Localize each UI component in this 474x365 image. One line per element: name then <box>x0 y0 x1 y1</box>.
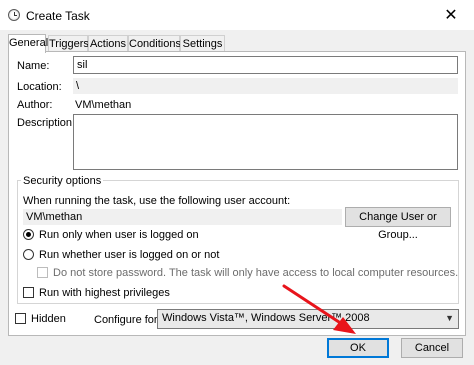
tab-conditions[interactable]: Conditions <box>128 35 181 52</box>
location-label: Location: <box>17 81 62 93</box>
task-scheduler-clock-icon <box>8 9 20 21</box>
chevron-down-icon: ▼ <box>445 313 454 323</box>
tab-triggers[interactable]: Triggers <box>48 35 89 52</box>
cancel-button[interactable]: Cancel <box>401 338 463 358</box>
hidden-label[interactable]: Hidden <box>31 313 66 325</box>
hidden-checkbox[interactable] <box>15 313 26 324</box>
user-account-value: VM\methan <box>23 209 342 225</box>
description-label: Description: <box>17 117 76 129</box>
tab-general[interactable]: General <box>8 34 48 53</box>
run-only-logged-on-radio[interactable] <box>23 229 34 240</box>
name-input[interactable]: sil <box>73 56 458 74</box>
account-prompt: When running the task, use the following… <box>23 195 291 207</box>
run-only-logged-on-label[interactable]: Run only when user is logged on <box>39 229 199 241</box>
configure-for-select[interactable]: Windows Vista™, Windows Server™ 2008 ▼ <box>157 309 459 329</box>
name-label: Name: <box>17 60 50 72</box>
do-not-store-password-checkbox[interactable] <box>37 267 48 278</box>
description-textarea[interactable] <box>73 114 458 170</box>
tab-settings[interactable]: Settings <box>180 35 225 52</box>
tab-actions[interactable]: Actions <box>88 35 128 52</box>
general-tab-panel: Name: sil Location: \ Author: VM\methan … <box>8 51 466 336</box>
title-bar: Create Task ✕ <box>0 0 474 30</box>
author-value: VM\methan <box>75 99 132 111</box>
create-task-dialog: Create Task ✕ General Triggers Actions C… <box>0 0 474 365</box>
do-not-store-password-label: Do not store password. The task will onl… <box>53 267 459 279</box>
change-user-or-group-button[interactable]: Change User or Group... <box>345 207 451 241</box>
configure-for-label: Configure for: <box>94 314 161 326</box>
configure-for-selected-value: Windows Vista™, Windows Server™ 2008 <box>162 312 370 324</box>
run-with-highest-privileges-label[interactable]: Run with highest privileges <box>39 287 170 299</box>
ok-button[interactable]: OK <box>327 338 389 358</box>
close-button[interactable]: ✕ <box>428 0 474 30</box>
run-with-highest-privileges-checkbox[interactable] <box>23 287 34 298</box>
security-options-legend: Security options <box>21 175 104 187</box>
run-whether-logged-on-radio[interactable] <box>23 249 34 260</box>
run-whether-logged-on-label[interactable]: Run whether user is logged on or not <box>39 249 219 261</box>
window-title: Create Task <box>26 9 90 23</box>
location-value: \ <box>73 78 458 94</box>
author-label: Author: <box>17 99 53 111</box>
